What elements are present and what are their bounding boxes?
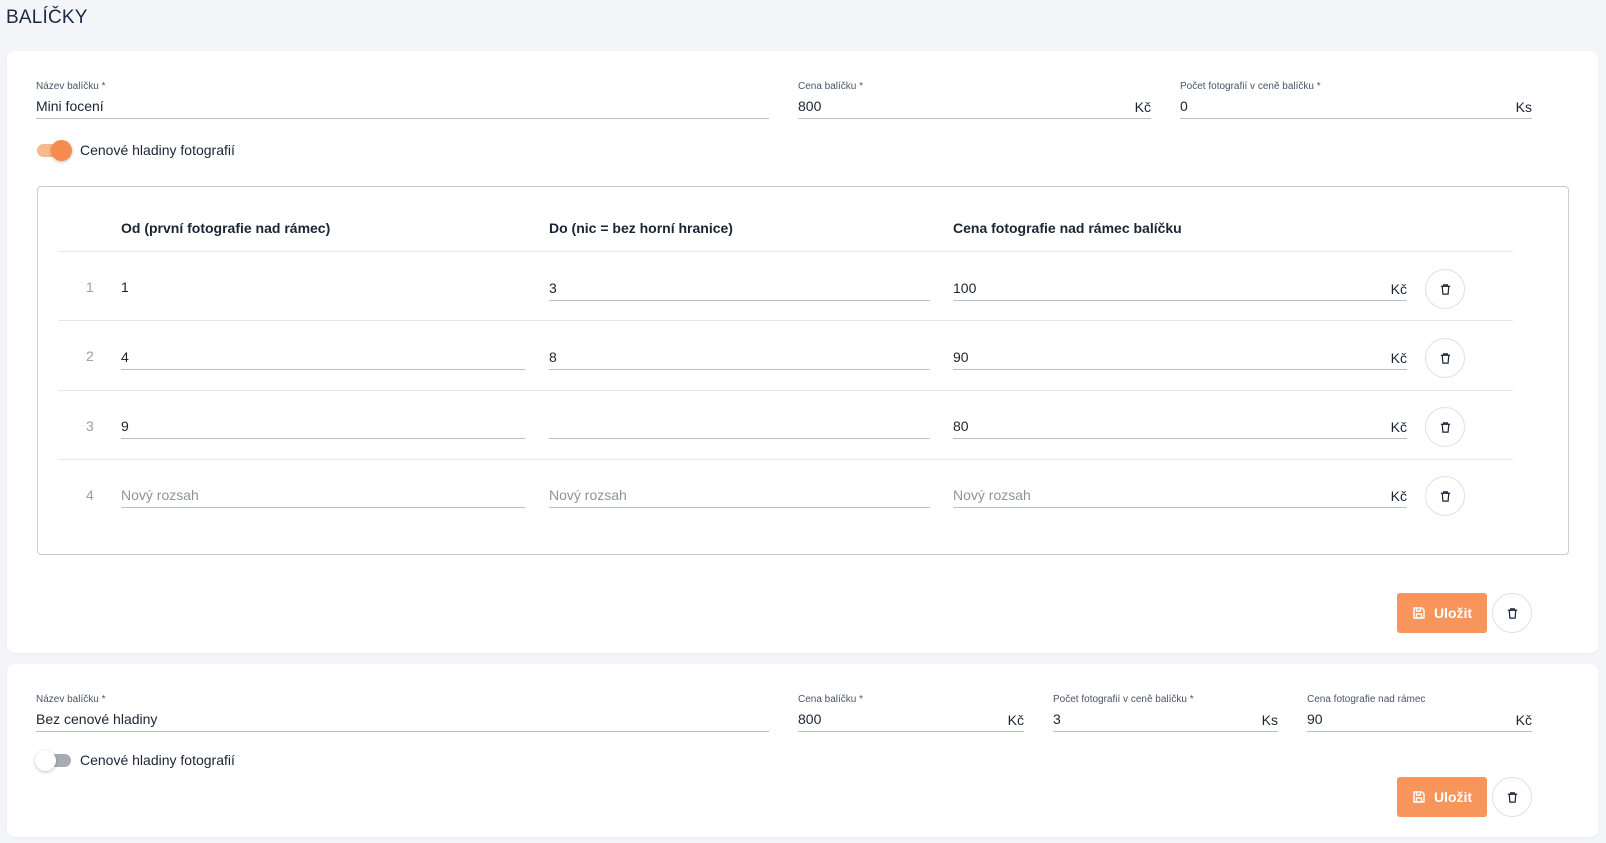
row-divider — [58, 459, 1513, 460]
page-title: BALÍČKY — [6, 7, 88, 28]
tier-price-input[interactable] — [953, 279, 1407, 301]
tier-price-input[interactable] — [953, 486, 1407, 508]
tier-to-input[interactable] — [549, 417, 930, 439]
photo-count-unit: Ks — [1515, 99, 1532, 115]
trash-icon — [1440, 283, 1450, 295]
tier-from-field — [121, 340, 525, 374]
save-button-label: Uložit — [1433, 789, 1473, 805]
price-tiers-toggle[interactable] — [35, 139, 72, 161]
tier-to-input[interactable] — [549, 279, 930, 301]
floppy-disk-icon — [1413, 607, 1425, 619]
extra-photo-price-unit: Kč — [1515, 712, 1532, 728]
row-number: 2 — [86, 348, 94, 364]
row-number: 3 — [86, 418, 94, 434]
tier-to-field — [549, 340, 930, 374]
package-price-input[interactable] — [798, 710, 1024, 732]
price-tiers-toggle-label: Cenové hladiny fotografií — [80, 752, 235, 768]
save-button[interactable]: Uložit — [1397, 777, 1487, 817]
trash-icon — [1507, 791, 1517, 803]
package-price-field: Cena balíčku * Kč — [798, 81, 1151, 121]
delete-tier-button[interactable] — [1425, 269, 1465, 309]
tier-price-unit: Kč — [1390, 350, 1407, 366]
row-number: 1 — [86, 279, 94, 295]
tier-price-input[interactable] — [953, 348, 1407, 370]
save-button[interactable]: Uložit — [1397, 593, 1487, 633]
package-price-input[interactable] — [798, 97, 1151, 119]
extra-photo-price-input[interactable] — [1307, 710, 1532, 732]
trash-icon — [1440, 421, 1450, 433]
tier-price-unit: Kč — [1390, 488, 1407, 504]
toggle-knob — [51, 140, 72, 161]
delete-package-button[interactable] — [1492, 593, 1532, 633]
package-card-2: Název balíčku * Cena balíčku * Kč Počet … — [7, 664, 1598, 837]
photo-count-label: Počet fotografií v ceně balíčku * — [1053, 694, 1194, 705]
extra-photo-price-label: Cena fotografie nad rámec — [1307, 694, 1426, 705]
delete-package-button[interactable] — [1492, 777, 1532, 817]
delete-tier-button[interactable] — [1425, 476, 1465, 516]
tier-from-input[interactable] — [121, 486, 525, 508]
photo-count-field: Počet fotografií v ceně balíčku * Ks — [1180, 81, 1532, 121]
toggle-knob — [35, 750, 56, 771]
package-price-field: Cena balíčku * Kč — [798, 694, 1024, 734]
tier-to-field — [549, 409, 930, 443]
trash-icon — [1440, 490, 1450, 502]
trash-icon — [1507, 607, 1517, 619]
tiers-header-divider — [58, 251, 1513, 252]
package-name-input[interactable] — [36, 710, 769, 732]
tier-to-field — [549, 271, 930, 305]
tiers-header-price: Cena fotografie nad rámec balíčku — [953, 220, 1182, 236]
photo-count-unit: Ks — [1261, 712, 1278, 728]
extra-photo-price-field: Cena fotografie nad rámec Kč — [1307, 694, 1532, 734]
package-name-label: Název balíčku * — [36, 81, 106, 92]
price-tiers-toggle[interactable] — [35, 749, 72, 771]
tier-from-field — [121, 409, 525, 443]
tier-from-input[interactable] — [121, 348, 525, 370]
tier-price-unit: Kč — [1390, 281, 1407, 297]
save-button-label: Uložit — [1433, 605, 1473, 621]
tier-from-field — [121, 478, 525, 512]
tiers-header-from: Od (první fotografie nad rámec) — [121, 220, 331, 236]
package-card-1: Název balíčku * Cena balíčku * Kč Počet … — [7, 51, 1598, 653]
photo-count-field: Počet fotografií v ceně balíčku * Ks — [1053, 694, 1278, 734]
photo-count-input[interactable] — [1180, 97, 1532, 119]
package-price-unit: Kč — [1134, 99, 1151, 115]
tier-to-field — [549, 478, 930, 512]
tier-to-input[interactable] — [549, 486, 930, 508]
tier-price-field: Kč — [953, 409, 1407, 443]
tier-to-input[interactable] — [549, 348, 930, 370]
photo-count-label: Počet fotografií v ceně balíčku * — [1180, 81, 1321, 92]
row-divider — [58, 390, 1513, 391]
tier-price-field: Kč — [953, 478, 1407, 512]
price-tiers-table: Od (první fotografie nad rámec) Do (nic … — [37, 186, 1569, 555]
package-name-input[interactable] — [36, 97, 769, 119]
tier-price-unit: Kč — [1390, 419, 1407, 435]
package-name-label: Název balíčku * — [36, 694, 106, 705]
price-tiers-toggle-label: Cenové hladiny fotografií — [80, 142, 235, 158]
package-price-label: Cena balíčku * — [798, 81, 864, 92]
price-tiers-toggle-row: Cenové hladiny fotografií — [35, 749, 235, 771]
package-name-field: Název balíčku * — [36, 694, 769, 734]
tier-price-input[interactable] — [953, 417, 1407, 439]
package-name-field: Název balíčku * — [36, 81, 769, 121]
delete-tier-button[interactable] — [1425, 407, 1465, 447]
tier-from-value: 1 — [121, 279, 129, 295]
tier-price-field: Kč — [953, 271, 1407, 305]
row-divider — [58, 320, 1513, 321]
price-tiers-toggle-row: Cenové hladiny fotografií — [35, 139, 235, 161]
delete-tier-button[interactable] — [1425, 338, 1465, 378]
tier-from-input[interactable] — [121, 417, 525, 439]
tiers-header-to: Do (nic = bez horní hranice) — [549, 220, 733, 236]
floppy-disk-icon — [1413, 791, 1425, 803]
row-number: 4 — [86, 487, 94, 503]
package-price-unit: Kč — [1007, 712, 1024, 728]
photo-count-input[interactable] — [1053, 710, 1278, 732]
tier-price-field: Kč — [953, 340, 1407, 374]
trash-icon — [1440, 352, 1450, 364]
package-price-label: Cena balíčku * — [798, 694, 864, 705]
